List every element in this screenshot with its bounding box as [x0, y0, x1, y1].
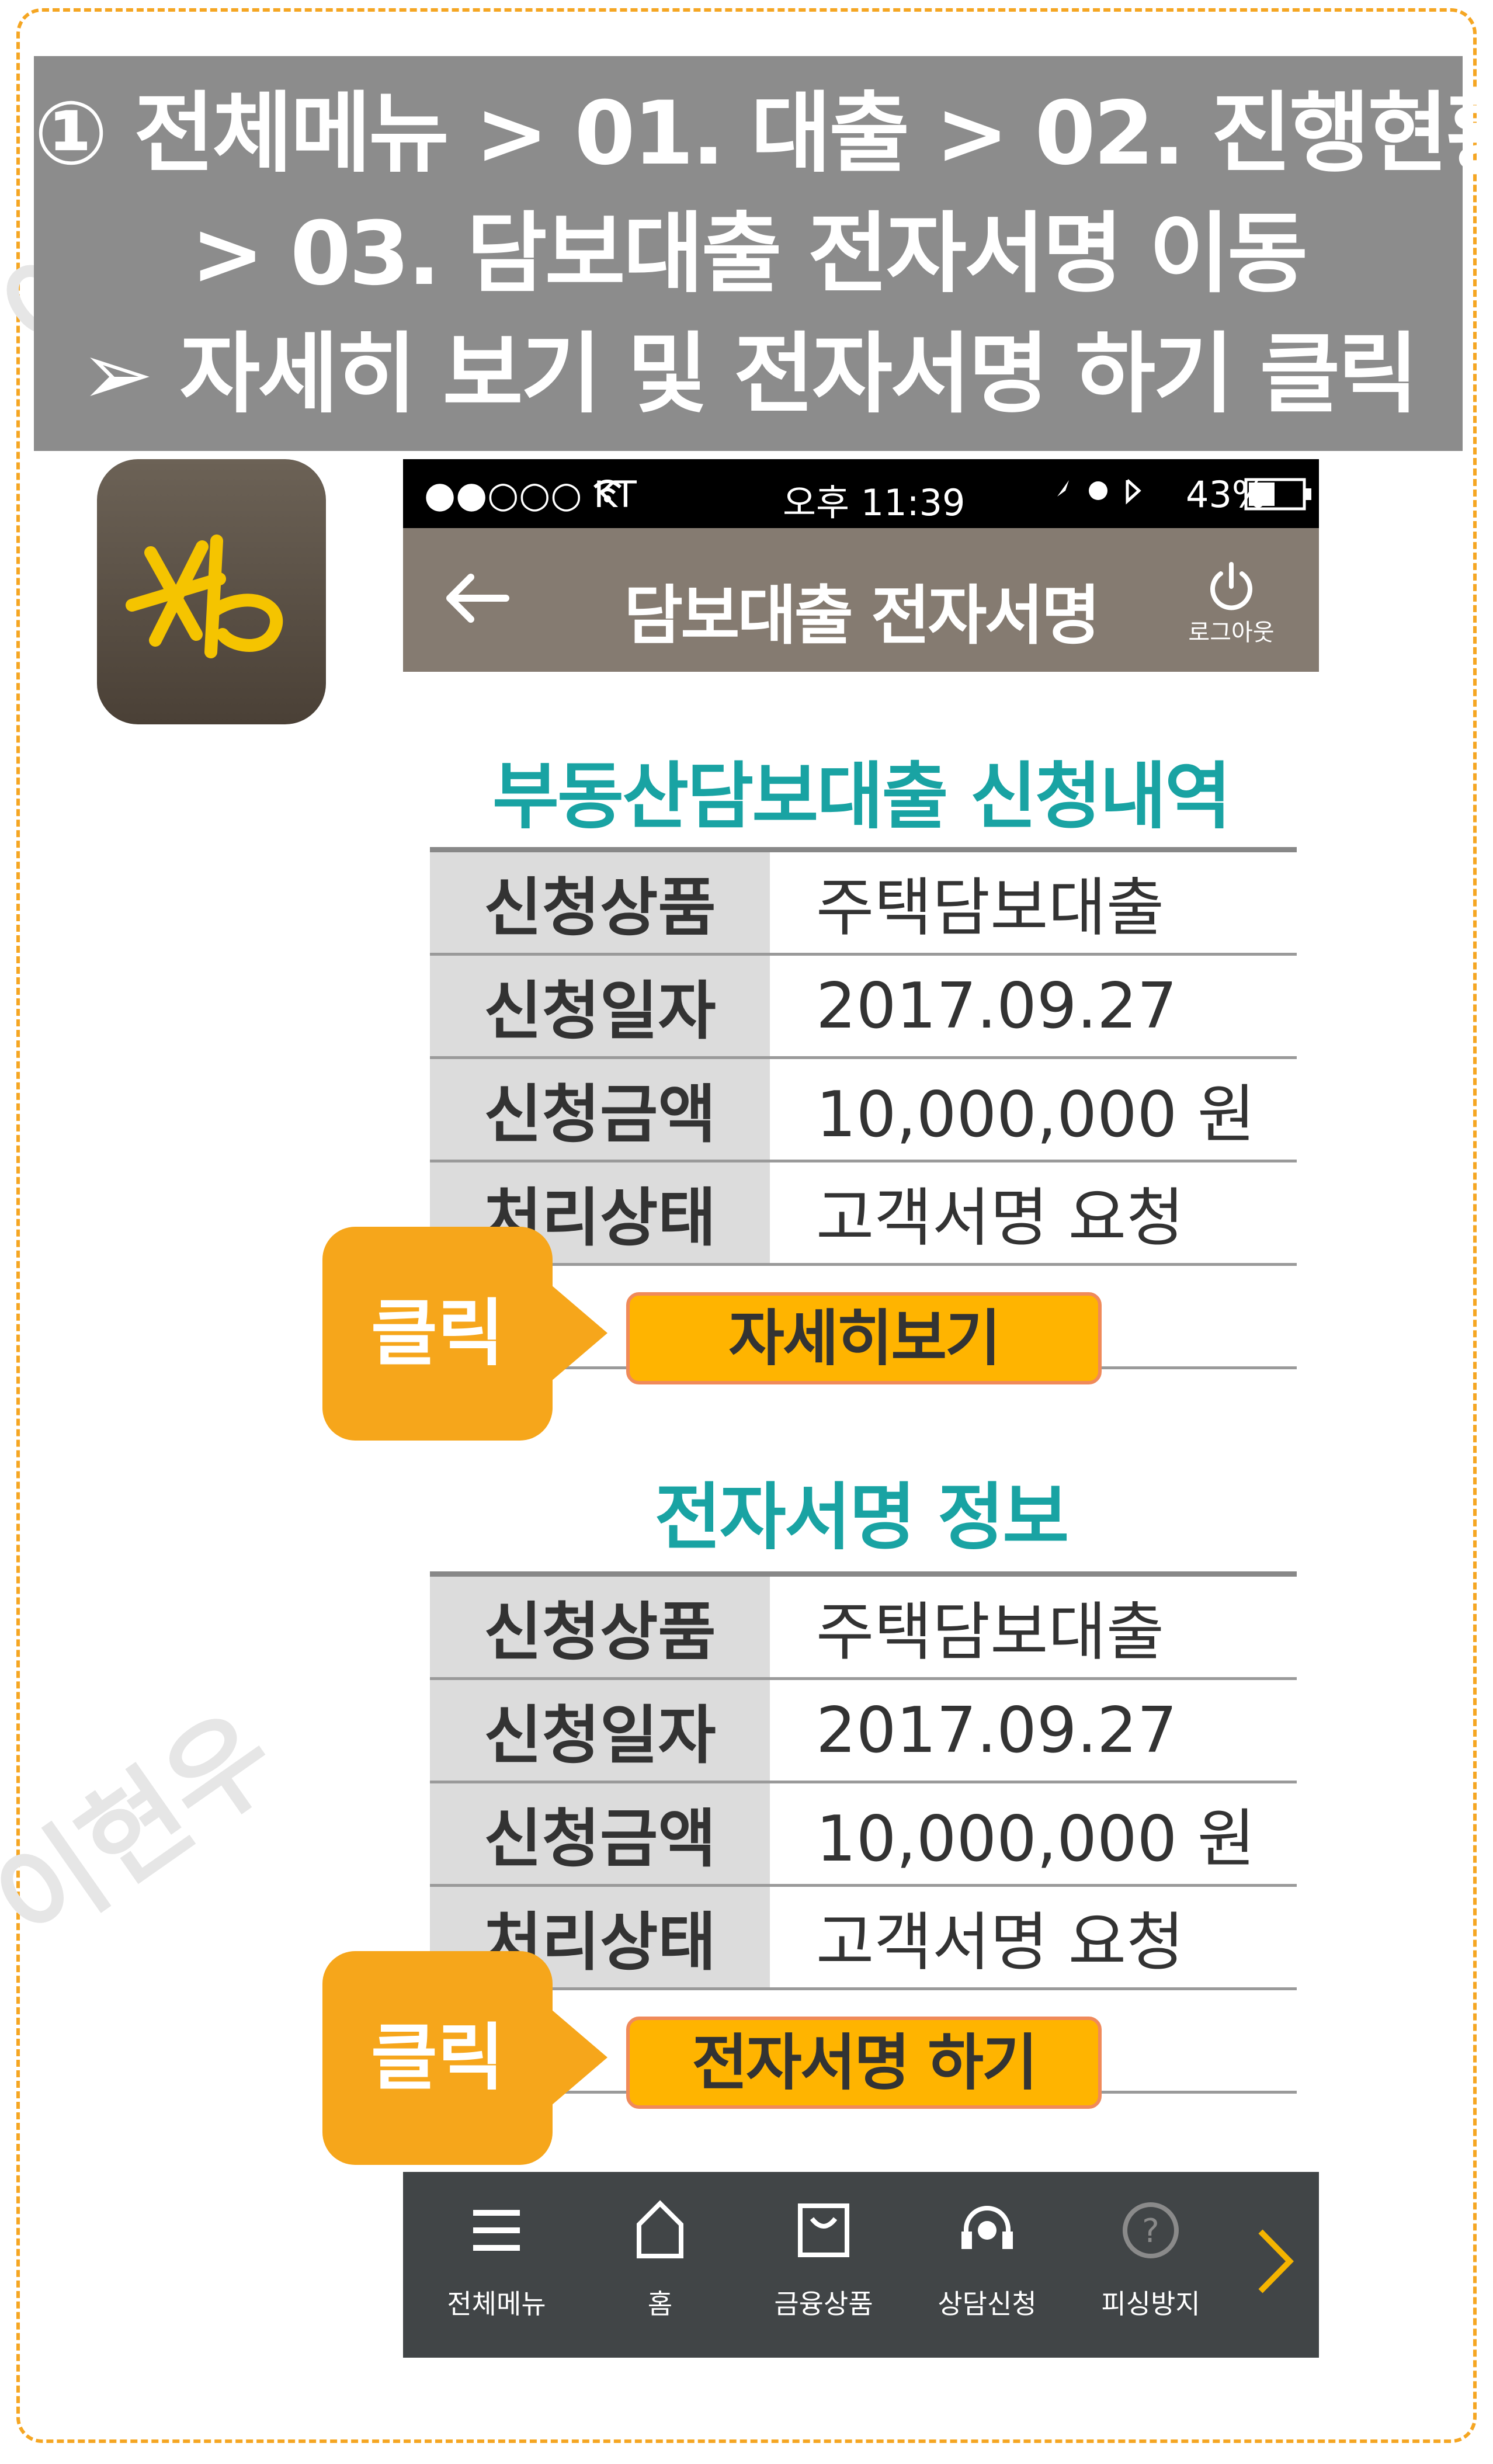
row-value: 10,000,000 원: [771, 1057, 1297, 1162]
instruction-banner: ① 전체메뉴 > 01. 대출 > 02. 진행현황 > 03. 담보대출 전자…: [34, 56, 1493, 451]
nav-label: 전체메뉴: [447, 2288, 546, 2320]
table-row: 신청일자 2017.09.27: [430, 1678, 1297, 1783]
table-row: 처리상태 고객서명 요청: [430, 1885, 1297, 1990]
app-header: 담보대출 전자서명 로그아웃: [403, 528, 1319, 672]
row-value: 주택담보대출: [771, 849, 1297, 956]
e-signature-section-title: 전자서명 정보: [654, 1476, 1070, 1560]
svg-text:?: ?: [1142, 2212, 1159, 2250]
row-label: 신청금액: [430, 1057, 773, 1162]
table-row: 처리상태 고객서명 요청: [430, 1161, 1297, 1266]
click-callout-2: 클릭: [322, 1951, 553, 2165]
menu-icon: [473, 2210, 520, 2251]
nav-consult[interactable]: 상담신청: [905, 2195, 1069, 2321]
instruction-line-3: ➢ 자세히 보기 및 전자서명 하기 클릭: [80, 324, 1418, 425]
nav-label: 금융상품: [774, 2288, 873, 2320]
table-row: 신청상품 주택담보대출: [430, 1574, 1297, 1680]
callout-pointer: [551, 1285, 607, 1381]
table-row: 신청금액 10,000,000 원: [430, 1057, 1297, 1162]
power-icon: [1210, 562, 1252, 610]
click-callout-1: 클릭: [322, 1227, 553, 1441]
application-section-title: 부동산담보대출 신청내역: [492, 755, 1231, 839]
nav-products[interactable]: 금융상품: [742, 2195, 905, 2321]
row-label: 신청일자: [430, 1678, 773, 1783]
nav-home[interactable]: 홈: [578, 2195, 742, 2321]
nav-phishing[interactable]: ? 피싱방지: [1069, 2195, 1232, 2321]
kb-app-logo: Kb: [97, 459, 326, 724]
nav-label: 홈: [647, 2288, 673, 2320]
nav-all-menu[interactable]: 전체메뉴: [415, 2195, 578, 2321]
phone-status-bar: ●●○○○ KT 오후 11:39 43%: [403, 459, 1319, 528]
callout-pointer: [551, 2010, 607, 2105]
table-row: 신청금액 10,000,000 원: [430, 1782, 1297, 1887]
view-details-button[interactable]: 자세히보기: [626, 1292, 1102, 1384]
row-value: 2017.09.27: [771, 1678, 1297, 1783]
wifi-icon: [590, 473, 625, 517]
row-value: 고객서명 요청: [771, 1161, 1297, 1266]
home-icon: [637, 2200, 683, 2258]
e-sign-button[interactable]: 전자서명 하기: [626, 2017, 1102, 2109]
row-value: 고객서명 요청: [771, 1885, 1297, 1990]
nav-label: 상담신청: [938, 2288, 1037, 2320]
row-label: 신청일자: [430, 954, 773, 1059]
kb-logo-icon: [126, 535, 283, 658]
row-value: 주택담보대출: [771, 1574, 1297, 1680]
table-row: 신청상품 주택담보대출: [430, 849, 1297, 956]
headset-icon: [961, 2206, 1013, 2249]
bottom-navigation: 전체메뉴 홈 금융상품 상담신청 ? 피싱방지: [403, 2172, 1319, 2358]
help-icon: ?: [1123, 2202, 1179, 2258]
chevron-right-icon[interactable]: [1249, 2223, 1301, 2299]
status-icons: [1051, 473, 1168, 517]
nav-label: 피싱방지: [1101, 2288, 1200, 2320]
time-text: 오후 11:39: [783, 481, 966, 524]
battery-icon: [1244, 477, 1314, 519]
logout-label: 로그아웃: [1188, 619, 1275, 646]
row-label: 신청상품: [430, 849, 773, 956]
row-label: 신청상품: [430, 1574, 773, 1680]
bag-icon: [798, 2203, 849, 2257]
row-value: 10,000,000 원: [771, 1782, 1297, 1887]
table-row: 신청일자 2017.09.27: [430, 954, 1297, 1059]
row-value: 2017.09.27: [771, 954, 1297, 1059]
logout-button[interactable]: 로그아웃: [1179, 560, 1284, 647]
instruction-line-2: > 03. 담보대출 전자서명 이동: [190, 203, 1308, 305]
row-label: 신청금액: [430, 1782, 773, 1887]
instruction-line-1: ① 전체메뉴 > 01. 대출 > 02. 진행현황: [34, 83, 1493, 185]
